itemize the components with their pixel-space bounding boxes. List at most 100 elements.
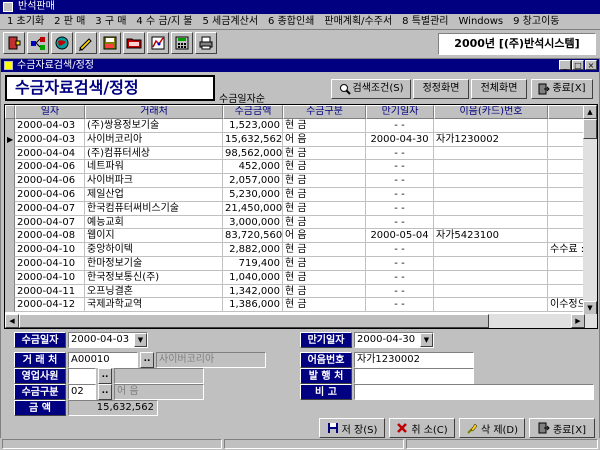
printer-button[interactable] bbox=[195, 32, 217, 54]
table-row[interactable]: 2000-04-07 예능교회 3,000,000 현 금- - bbox=[5, 215, 585, 230]
grid-header-extra[interactable] bbox=[548, 105, 585, 119]
maximize-button[interactable]: □ bbox=[572, 60, 584, 70]
table-row[interactable]: 2000-04-08 웹이지 83,720,560 어 음 2000-05-04 자가54… bbox=[5, 229, 585, 244]
collection-grid[interactable]: 일자 거래처 수금금액 수금구분 만기일자 이음(카드)번호 2000-04-0… bbox=[4, 104, 598, 329]
menu-purchase[interactable]: 3 구 매 bbox=[90, 15, 131, 29]
grid-header-date[interactable]: 일자 bbox=[15, 105, 85, 119]
menu-sales[interactable]: 2 판 매 bbox=[49, 15, 90, 29]
horizontal-scrollbar[interactable]: ◀ ▶ bbox=[5, 314, 597, 328]
search-condition-button[interactable]: 검색조건(S) bbox=[331, 79, 411, 99]
cell-due: - - bbox=[366, 284, 434, 299]
pencil-icon bbox=[4, 61, 13, 70]
disk-button[interactable] bbox=[99, 32, 121, 54]
client-code-field[interactable]: A00010 bbox=[68, 352, 138, 368]
scroll-left-icon[interactable]: ◀ bbox=[5, 314, 19, 328]
table-row[interactable]: 2000-04-04 (주)컴퓨터세상 98,562,000 현 금- - bbox=[5, 146, 585, 161]
cell-type: 현 금 bbox=[283, 187, 366, 202]
disk-icon bbox=[103, 36, 117, 50]
menu-windows[interactable]: Windows bbox=[454, 15, 509, 29]
globe-button[interactable] bbox=[51, 32, 73, 54]
calculator-icon bbox=[175, 36, 189, 50]
hscroll-thumb[interactable] bbox=[19, 314, 489, 328]
table-row[interactable]: 2000-04-03 (주)쌍용정보기술 1,523,000 현 금- - bbox=[5, 119, 585, 133]
client-name-field: 사이버코리아 bbox=[156, 352, 266, 368]
form-header: 수금자료검색/정정 수금일자순 검색조건(S) 정정화면 전체화면 종료[X] bbox=[1, 72, 599, 105]
cell-due: 2000-04-30 bbox=[366, 132, 434, 147]
network-button[interactable] bbox=[27, 32, 49, 54]
menu-sales-plan[interactable]: 판매계획/수주서 bbox=[319, 15, 397, 29]
scroll-down-icon[interactable]: ▼ bbox=[583, 301, 597, 315]
menu-warehouse[interactable]: 9 창고이동 bbox=[508, 15, 564, 29]
calculator-button[interactable] bbox=[171, 32, 193, 54]
amount-field[interactable]: 15,632,562 bbox=[68, 400, 158, 416]
close-button[interactable]: 종료[X] bbox=[531, 79, 593, 99]
salesperson-lookup-button[interactable]: .. bbox=[98, 368, 112, 384]
grid-header-due[interactable]: 만기일자 bbox=[366, 105, 434, 119]
status-cell-middle bbox=[224, 439, 404, 449]
pencil-button[interactable] bbox=[75, 32, 97, 54]
chevron-down-icon[interactable]: ▼ bbox=[134, 333, 147, 347]
salesperson-code-field[interactable] bbox=[68, 368, 96, 384]
cancel-button[interactable]: 취 소(C) bbox=[389, 418, 455, 438]
save-button[interactable]: 저 장(S) bbox=[319, 418, 385, 438]
table-row[interactable]: ▶ 2000-04-03 사이버코리아 15,632,562 어 음 2000-04-30… bbox=[5, 132, 585, 147]
table-row[interactable]: 2000-04-06 네트파워 452,000 현 금- - bbox=[5, 160, 585, 175]
note-no-field[interactable]: 자가1230002 bbox=[354, 352, 474, 368]
minimize-button[interactable]: _ bbox=[559, 60, 571, 70]
row-indicator bbox=[5, 243, 15, 257]
delete-button[interactable]: 삭 제(D) bbox=[459, 418, 525, 438]
table-row[interactable]: 2000-04-10 한국정보통신(주) 1,040,000 현 금- - bbox=[5, 270, 585, 285]
scroll-right-icon[interactable]: ▶ bbox=[571, 314, 585, 328]
close-bottom-button[interactable]: 종료[X] bbox=[529, 418, 595, 438]
issuer-field[interactable] bbox=[354, 368, 474, 384]
cell-note-no bbox=[434, 284, 548, 299]
correction-view-button[interactable]: 정정화면 bbox=[413, 79, 469, 99]
cell-amount: 1,386,000 bbox=[223, 298, 283, 313]
client-lookup-button[interactable]: .. bbox=[140, 352, 154, 368]
table-row[interactable]: 2000-04-10 중앙하이텍 2,882,000 현 금- - 수수료 : bbox=[5, 243, 585, 257]
menu-tax-invoice[interactable]: 5 세금계산서 bbox=[197, 15, 263, 29]
table-row[interactable]: 2000-04-10 한마정보기술 719,400 현 금- - bbox=[5, 256, 585, 271]
scroll-thumb[interactable] bbox=[583, 119, 597, 139]
menu-print[interactable]: 6 종합인쇄 bbox=[263, 15, 319, 29]
collection-type-code-field[interactable]: 02 bbox=[68, 384, 96, 400]
full-view-button[interactable]: 전체화면 bbox=[471, 79, 527, 99]
table-row[interactable]: 2000-04-11 오프닝결혼 1,342,000 현 금- - bbox=[5, 284, 585, 299]
close-window-button[interactable]: × bbox=[585, 60, 597, 70]
chevron-down-icon[interactable]: ▼ bbox=[420, 333, 433, 347]
cell-due: - - bbox=[366, 270, 434, 285]
search-icon bbox=[339, 84, 351, 95]
cell-extra: 이수정으 bbox=[548, 298, 585, 313]
scroll-up-icon[interactable]: ▲ bbox=[583, 105, 597, 119]
grid-header-client[interactable]: 거래처 bbox=[85, 105, 223, 119]
table-row[interactable]: 2000-04-06 사이버파크 2,057,000 현 금- - bbox=[5, 174, 585, 188]
cell-client: 네트파워 bbox=[85, 160, 223, 175]
cell-due: - - bbox=[366, 256, 434, 271]
issuer-label: 발 행 처 bbox=[300, 368, 352, 384]
cell-note-no: 자가1230002 bbox=[434, 132, 548, 147]
menu-init[interactable]: 1 초기화 bbox=[2, 15, 49, 29]
cell-client: 사이버파크 bbox=[85, 174, 223, 188]
cell-date: 2000-04-08 bbox=[15, 229, 85, 244]
close-bottom-label: 종료[X] bbox=[552, 424, 587, 436]
cell-note-no bbox=[434, 160, 548, 175]
vertical-scrollbar[interactable]: ▲ ▼ bbox=[583, 105, 597, 315]
row-indicator bbox=[5, 298, 15, 313]
table-row[interactable]: 2000-04-12 국제과학교역 1,386,000 현 금- - 이수정으 bbox=[5, 298, 585, 313]
chart-button[interactable] bbox=[147, 32, 169, 54]
menu-collection[interactable]: 4 수 금/지 불 bbox=[131, 15, 197, 29]
grid-header-note-no[interactable]: 이음(카드)번호 bbox=[434, 105, 548, 119]
exit-door-button[interactable] bbox=[3, 32, 25, 54]
menu-special[interactable]: 8 특별관리 bbox=[397, 15, 453, 29]
status-cell-right bbox=[406, 439, 598, 449]
cell-amount: 2,057,000 bbox=[223, 174, 283, 188]
grid-header-amount[interactable]: 수금금액 bbox=[223, 105, 283, 119]
remark-field[interactable] bbox=[354, 384, 594, 400]
row-indicator bbox=[5, 174, 15, 188]
cell-due: - - bbox=[366, 215, 434, 230]
grid-header-type[interactable]: 수금구분 bbox=[283, 105, 366, 119]
collection-type-lookup-button[interactable]: .. bbox=[98, 384, 112, 400]
folder-button[interactable] bbox=[123, 32, 145, 54]
table-row[interactable]: 2000-04-06 제일산업 5,230,000 현 금- - bbox=[5, 187, 585, 202]
table-row[interactable]: 2000-04-07 한국컴퓨터써비스기술 21,450,000 현 금- - bbox=[5, 201, 585, 216]
